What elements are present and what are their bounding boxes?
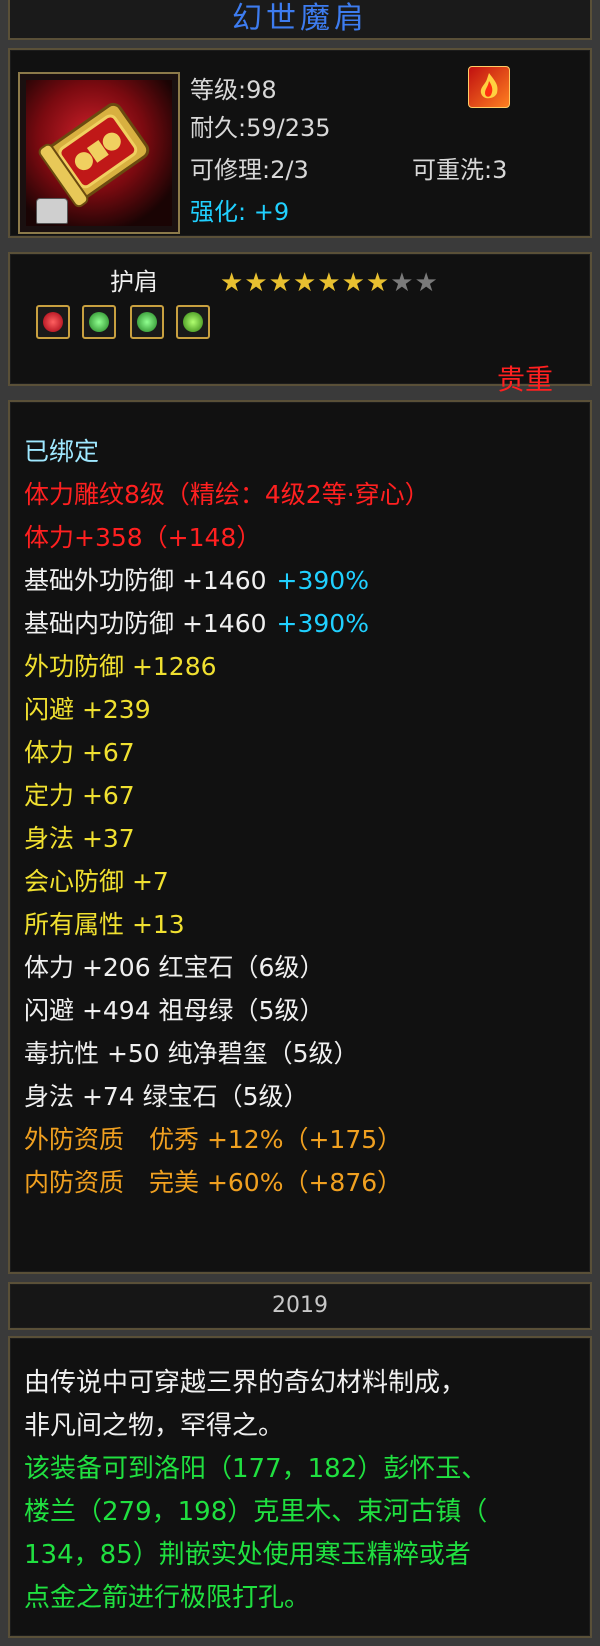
- star-filled-icon: ★: [220, 268, 244, 298]
- attribute-line: 身法 +37: [24, 819, 135, 855]
- attribute-text: 内防资质 完美 +60%（+876）: [24, 1168, 403, 1197]
- item-slot: 护肩: [110, 268, 158, 296]
- attribute-line: 外防资质 优秀 +12%（+175）: [24, 1120, 402, 1156]
- attribute-line: 闪避 +494 祖母绿（5级）: [24, 991, 324, 1027]
- attribute-line: 身法 +74 绿宝石（5级）: [24, 1077, 309, 1113]
- star-empty-icon: ★: [390, 268, 414, 298]
- attribute-line: 毒抗性 +50 纯净碧玺（5级）: [24, 1034, 359, 1070]
- star-filled-icon: ★: [341, 268, 365, 298]
- attribute-text: 外功防御 +1286: [24, 652, 217, 681]
- flame-badge-icon: [468, 66, 510, 108]
- attribute-text: 体力雕纹8级（精绘：4级2等·穿心）: [24, 480, 430, 509]
- attribute-text: 基础内功防御 +1460: [24, 609, 267, 638]
- star-filled-icon: ★: [292, 268, 317, 298]
- attribute-text: 身法 +74 绿宝石（5级）: [24, 1082, 309, 1111]
- attribute-line: 体力 +206 红宝石（6级）: [24, 948, 324, 984]
- red-gem-icon: [43, 312, 63, 332]
- attribute-line: 闪避 +239: [24, 690, 151, 726]
- rarity-label: 贵重: [497, 363, 554, 396]
- attribute-line: 内防资质 完美 +60%（+876）: [24, 1163, 402, 1199]
- star-filled-icon: ★: [244, 268, 268, 298]
- attribute-line: 所有属性 +13: [24, 905, 185, 941]
- green-gem-socket[interactable]: [130, 305, 164, 339]
- attribute-line: 已绑定: [24, 432, 99, 468]
- description-line: 由传说中可穿越三界的奇幻材料制成，: [24, 1368, 467, 1398]
- green-gem-icon: [137, 312, 157, 332]
- attribute-text: 已绑定: [24, 437, 100, 466]
- year-label: 2019: [272, 1293, 328, 1318]
- attribute-line: 体力 +67: [24, 733, 135, 769]
- attribute-text: 所有属性 +13: [24, 910, 185, 939]
- attribute-text: 会心防御 +7: [24, 867, 169, 896]
- item-repairable: 可修理:2/3: [190, 156, 309, 184]
- description-line: 非凡间之物，罕得之。: [24, 1411, 285, 1441]
- attribute-line: 体力雕纹8级（精绘：4级2等·穿心）: [24, 475, 430, 511]
- item-rewashable: 可重洗:3: [412, 156, 508, 184]
- attribute-line: 体力+358（+148）: [24, 518, 261, 554]
- green-gem-icon: [183, 312, 203, 332]
- attribute-text: 基础外功防御 +1460: [24, 566, 267, 595]
- attribute-line: 基础内功防御 +1460 +390%: [24, 604, 369, 640]
- year-panel: 2019: [8, 1282, 592, 1330]
- attribute-text: 身法 +37: [24, 824, 135, 853]
- item-icon-frame: [18, 72, 180, 234]
- description-line: 134，85）荆嵌实处使用寒玉精粹或者: [24, 1540, 471, 1570]
- item-level: 等级:98: [190, 76, 277, 104]
- red-gem-socket[interactable]: [36, 305, 70, 339]
- enhance-value: +9: [253, 198, 290, 226]
- attribute-text: 毒抗性 +50 纯净碧玺（5级）: [24, 1039, 359, 1068]
- green-gem-icon: [89, 312, 109, 332]
- attribute-line: 定力 +67: [24, 776, 135, 812]
- item-tooltip: 幻世魔肩 等级:98 耐久:59/235 可修理:2/3 可重洗:3 强化: +…: [0, 0, 600, 1646]
- enhance-row: 强化: +9: [190, 192, 289, 227]
- description-line: 点金之箭进行极限打孔。: [24, 1583, 311, 1613]
- description-line: 楼兰（279，198）克里木、束河古镇（: [24, 1497, 488, 1527]
- star-rating: ★★★★★★★★★: [220, 268, 439, 298]
- item-durability: 耐久:59/235: [190, 114, 331, 142]
- shoulder-armor-icon: [26, 80, 172, 226]
- title-bar: 幻世魔肩: [8, 0, 592, 40]
- star-empty-icon: ★: [414, 268, 438, 298]
- attribute-line: 外功防御 +1286: [24, 647, 217, 683]
- lock-icon: [36, 198, 68, 224]
- attribute-text: 外防资质 优秀 +12%（+175）: [24, 1125, 403, 1154]
- attribute-text: 闪避 +494 祖母绿（5级）: [24, 996, 325, 1025]
- star-filled-icon: ★: [365, 268, 390, 298]
- attribute-text: 体力 +206 红宝石（6级）: [24, 953, 325, 982]
- attribute-text: 体力+358（+148）: [24, 523, 262, 552]
- enhance-label: 强化:: [190, 198, 247, 226]
- attribute-text: 闪避 +239: [24, 695, 151, 724]
- attribute-bonus: +390%: [276, 609, 369, 638]
- star-filled-icon: ★: [317, 268, 341, 298]
- item-title: 幻世魔肩: [232, 1, 368, 36]
- green-gem-socket[interactable]: [176, 305, 210, 339]
- star-filled-icon: ★: [268, 268, 292, 298]
- attribute-line: 基础外功防御 +1460 +390%: [24, 561, 369, 597]
- attribute-text: 定力 +67: [24, 781, 135, 810]
- attribute-bonus: +390%: [276, 566, 369, 595]
- attribute-text: 体力 +67: [24, 738, 135, 767]
- description-line: 该装备可到洛阳（177，182）彭怀玉、: [24, 1454, 488, 1484]
- green-gem-socket[interactable]: [82, 305, 116, 339]
- attribute-line: 会心防御 +7: [24, 862, 169, 898]
